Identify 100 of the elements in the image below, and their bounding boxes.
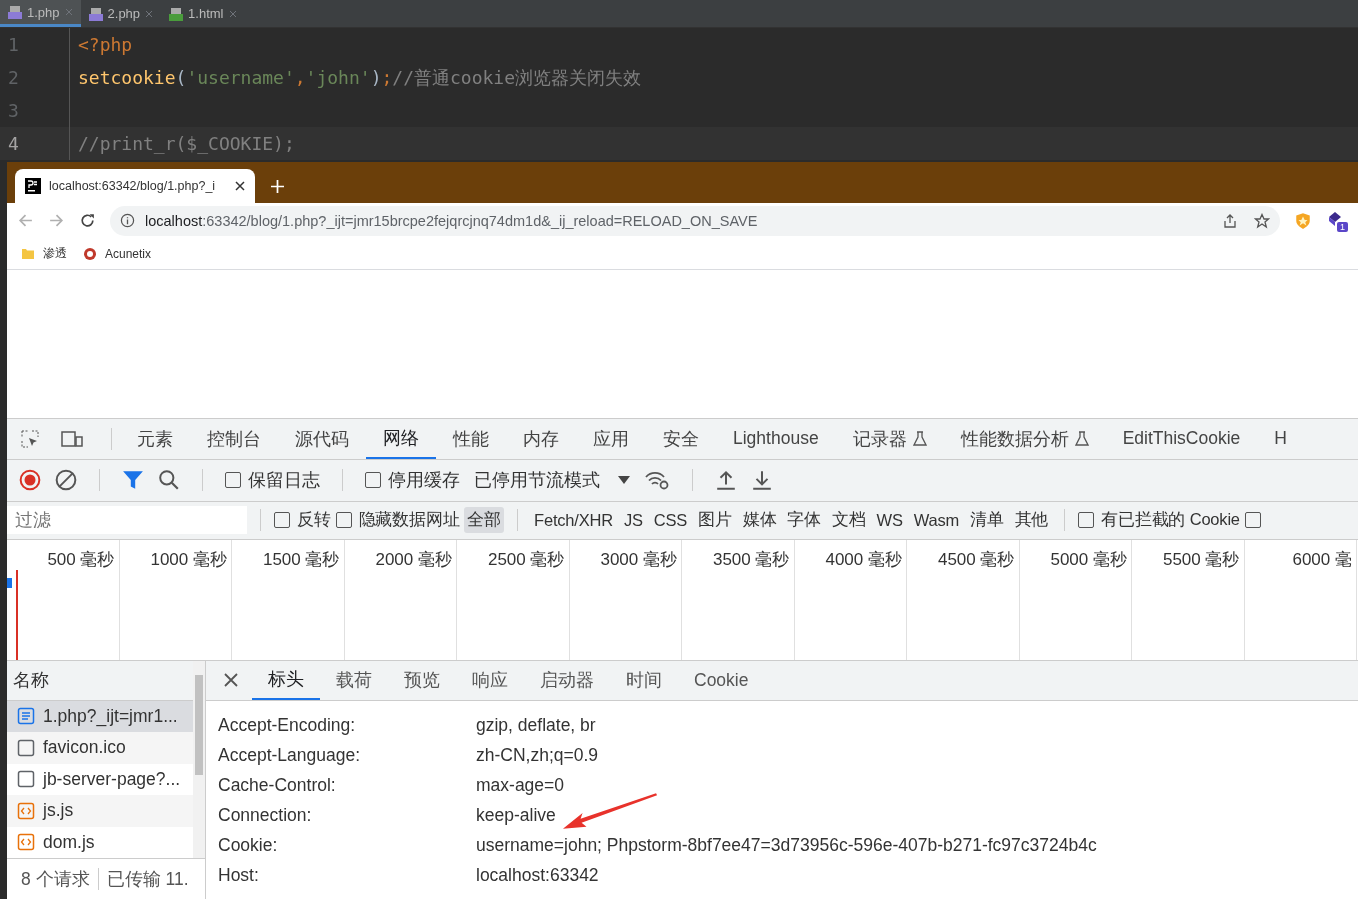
line-number: 1 [0,28,70,61]
browser-tab[interactable]: localhost:63342/blog/1.php?_i [15,168,255,203]
devtools-tab[interactable]: 性能数据分析 [943,418,1106,459]
devtools-tab[interactable]: 网络 [366,418,436,459]
filter-field[interactable]: 过滤 [7,506,247,534]
type-filter[interactable]: 全部 [464,507,505,533]
type-filter[interactable]: 清单 [967,507,1007,533]
request-count: 8 个请求 [21,868,90,891]
timeline-tick: 5500 毫秒 [1162,548,1240,570]
code-file-icon [17,801,35,820]
detail-tab[interactable]: 标头 [252,660,320,700]
bookmark[interactable]: 渗透 [21,245,67,263]
code-line: //print_r($_COOKIE); [78,133,295,154]
url-text: localhost:63342/blog/1.php?_ijt=jmr15brcpe2fejqrcjnq74dm1d&_ij_reload=RELOAD_ON_SAVE [145,212,759,229]
search-icon[interactable] [158,469,180,491]
column-header[interactable]: 名称 [7,660,193,701]
timeline-tick: 3000 毫秒 [600,548,677,570]
code-line: <?php [78,34,133,55]
request-row[interactable]: dom.js [7,826,193,858]
devtools-tab[interactable]: EditThisCookie [1105,418,1258,459]
type-filter[interactable]: 其他 [1011,507,1052,533]
code-line: setcookie('username','john');//普通cookie浏览器关闭失效 [78,66,642,88]
timeline-tick: 4000 毫秒 [825,548,902,570]
record-icon[interactable] [19,469,41,491]
header-value: keep-alive [476,805,556,826]
info-icon [120,213,135,229]
preserve-log-checkbox[interactable]: 保留日志 [225,468,320,492]
timeline-tick: 2500 毫秒 [487,548,565,570]
request-row[interactable]: 1.php?_ijt=jmr1... [7,700,193,732]
header-name: Connection: [218,805,313,826]
transferred-size: 已传输 11. [106,868,189,891]
editor-tab[interactable]: 1.html [161,0,245,27]
type-filter[interactable]: 文档 [828,507,869,533]
device-icon[interactable] [61,428,83,449]
detail-tab[interactable]: 预览 [388,660,456,700]
upload-icon[interactable] [715,469,737,491]
devtools-tab[interactable]: 记录器 [835,418,944,459]
devtools-tab[interactable]: 应用 [576,418,646,459]
detail-tab[interactable]: 响应 [456,660,524,700]
type-filter[interactable]: 媒体 [739,507,780,533]
throttling-dropdown[interactable]: 已停用节流模式 [474,468,630,492]
share-icon[interactable] [1222,212,1238,229]
document-icon [17,707,35,726]
type-filter[interactable]: Wasm [910,508,963,532]
timeline-tick: 2000 毫秒 [375,548,452,570]
header-value: zh-CN,zh;q=0.9 [476,745,599,766]
detail-tab[interactable]: 时间 [610,660,678,700]
devtools-tab[interactable]: 安全 [646,418,716,459]
editor-tab[interactable]: 2.php [80,0,162,27]
devtools-tab[interactable]: Lighthouse [716,418,836,459]
devtools-tab[interactable]: 内存 [506,418,576,459]
request-row[interactable]: js.js [7,795,193,827]
close-icon[interactable] [224,673,238,687]
disable-cache-checkbox[interactable]: 停用缓存 [365,468,460,492]
clear-icon[interactable] [55,469,77,491]
type-filter[interactable]: CSS [650,508,691,532]
close-icon[interactable] [235,180,245,191]
request-row[interactable]: jb-server-page?... [7,763,193,795]
scrollbar[interactable] [193,660,205,858]
blocked-cookies-checkbox[interactable]: 有已拦截的 Cookie [1078,509,1240,531]
header-name: Cache-Control: [218,775,337,796]
type-filter[interactable]: WS [873,508,906,532]
timeline-tick: 1000 毫秒 [150,548,227,570]
devtools-tab[interactable]: 元素 [120,418,190,459]
header-name: Accept-Encoding: [218,715,357,736]
type-filter[interactable]: 图片 [695,507,735,533]
detail-tab[interactable]: Cookie [678,660,765,700]
hide-data-urls-checkbox[interactable]: 隐藏数据网址 [335,509,460,531]
checkbox[interactable] [1244,512,1261,528]
download-icon[interactable] [751,469,773,491]
new-tab-icon[interactable] [271,179,284,193]
type-filter[interactable]: 字体 [784,507,824,533]
devtools-tab[interactable]: 性能 [436,418,506,459]
line-number: 2 [0,61,70,94]
file-icon [8,5,22,19]
devtools-tab[interactable]: H [1257,418,1304,459]
type-filter[interactable]: JS [620,508,646,532]
star-icon[interactable] [1254,212,1270,229]
filter-icon[interactable] [122,469,144,491]
devtools-tab[interactable]: 控制台 [190,418,278,459]
address-bar[interactable]: localhost:63342/blog/1.php?_ijt=jmr15brcpe2fejqrcjnq74dm1d&_ij_reload=RELOAD_ON_SAVE [110,205,1280,236]
file-icon [169,6,184,21]
detail-tab[interactable]: 载荷 [320,660,388,700]
devtools-tab[interactable]: 源代码 [278,418,366,459]
header-name: Host: [218,865,260,886]
header-name: Accept-Language: [218,745,362,766]
request-row[interactable]: favicon.ico [7,732,193,764]
editor-tab[interactable]: 1.php [0,0,81,27]
detail-tab[interactable]: 启动器 [524,660,610,700]
bookmark[interactable]: Acunetix [83,246,152,261]
tab-label: 1.php [27,4,60,20]
type-filter[interactable]: Fetch/XHR [531,508,616,532]
timeline-tick: 3500 毫秒 [712,548,790,570]
app-icon [25,177,41,194]
reload-icon[interactable] [79,212,96,230]
timeline-tick: 6000 毫 [1292,548,1352,570]
invert-checkbox[interactable]: 反转 [274,509,331,531]
wifi-gear-icon[interactable] [644,469,670,491]
inspect-icon[interactable] [19,428,41,449]
timeline-tick: 1500 毫秒 [262,548,340,570]
